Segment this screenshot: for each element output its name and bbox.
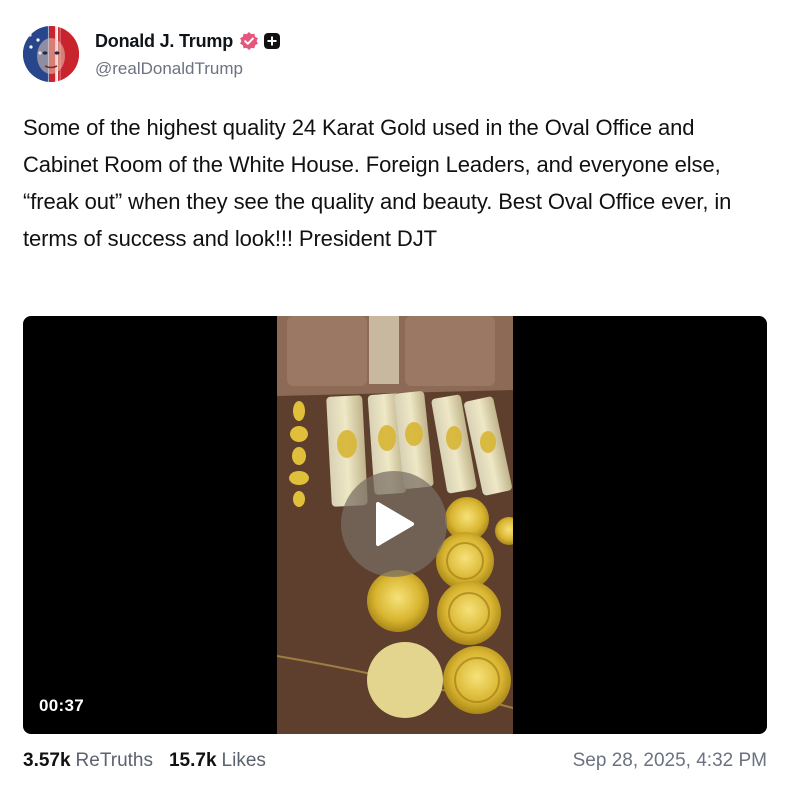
verified-badge-icon [239,31,259,51]
handle[interactable]: @realDonaldTrump [95,59,281,79]
play-button[interactable] [341,471,447,577]
post-stats: 3.57k ReTruths 15.7k Likes Sep 28, 2025,… [23,748,767,774]
play-icon [376,502,414,546]
video-duration: 00:37 [39,696,84,715]
retruths-count: 3.57k [23,750,71,771]
avatar[interactable] [23,26,79,82]
author-names: Donald J. Trump @realDonaldTrump [95,29,281,79]
likes-stat[interactable]: 15.7k Likes [169,750,266,772]
plus-badge-icon [263,32,281,50]
post-text: Some of the highest quality 24 Karat Gol… [23,115,732,251]
display-name[interactable]: Donald J. Trump [95,31,233,52]
video-player[interactable]: 00:37 [23,316,767,734]
retruths-stat[interactable]: 3.57k ReTruths [23,750,153,772]
retruths-label: ReTruths [75,750,153,771]
likes-label: Likes [221,750,266,771]
post-header: Donald J. Trump @realDonaldTrump [23,26,281,82]
likes-count: 15.7k [168,750,217,771]
post-timestamp[interactable]: Sep 28, 2025, 4:32 PM [573,750,767,772]
name-row: Donald J. Trump [95,29,281,53]
